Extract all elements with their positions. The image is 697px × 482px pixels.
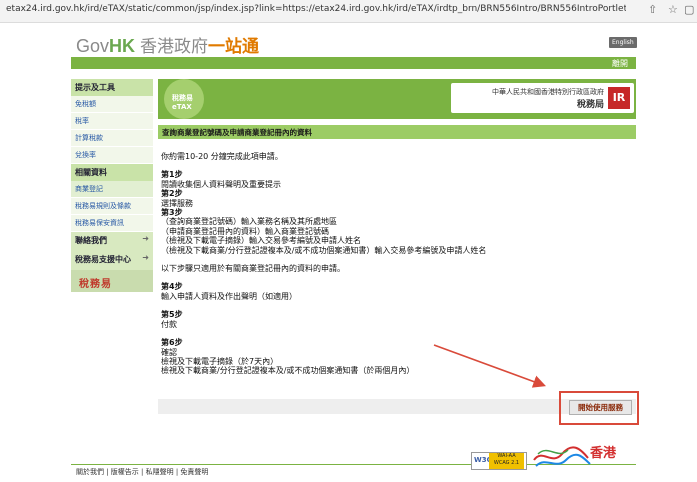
sidebar-item-tax-calculator[interactable]: 計算稅款: [71, 130, 153, 147]
etax-sidebar-logo[interactable]: 稅務易: [71, 270, 153, 292]
sidebar: 提示及工具 免稅額 稅率 計算稅款 兌換率 相關資料 商業登記 稅務易規則及條款…: [71, 79, 153, 292]
department-name: 稅務局: [576, 100, 604, 110]
english-button[interactable]: English: [609, 37, 637, 48]
logo-cn-text: 香港政府: [140, 37, 209, 56]
step3-line: （查詢商業登記號碼）輸入業務名稱及其所處地區: [161, 217, 337, 227]
etax-logo-icon: 稅務易 eTAX: [164, 79, 204, 119]
brand-dragon-icon: [533, 446, 591, 467]
support-label: 稅務易支援中心: [75, 255, 131, 264]
exit-link[interactable]: 離開: [612, 58, 628, 69]
contact-label: 聯絡我們: [75, 236, 107, 245]
sidebar-item-etax-terms[interactable]: 稅務易規則及條款: [71, 198, 153, 215]
extension-icon[interactable]: ▢: [684, 3, 694, 16]
instructions: 你約需10-20 分鐘完成此項申請。 第1步 閱讀收集個人資料聲明及重要提示 第…: [161, 152, 631, 376]
step4-text: 輸入申請人資料及作出聲明（如適用）: [161, 291, 297, 301]
sidebar-item-tax-rates[interactable]: 稅率: [71, 113, 153, 130]
government-name: 中華人民共和國香港特別行政區政府: [492, 88, 604, 96]
logo-gov-text: Gov: [76, 36, 110, 56]
wcag-badge[interactable]: W3C WAI-AA WCAG 2.1: [471, 452, 527, 470]
arrow-right-icon: ➜: [142, 234, 149, 243]
bookmark-star-icon[interactable]: ☆: [668, 3, 678, 16]
step6-line: 確認: [161, 347, 177, 357]
page-title: 查詢商業登記號碼及申請商業登記冊內的資料: [162, 128, 312, 137]
step2-title: 第2步: [161, 189, 183, 199]
step5-title: 第5步: [161, 310, 183, 320]
sidebar-support-centre[interactable]: 稅務易支援中心 ➜: [71, 251, 153, 270]
step3-line: （檢視及下載電子摘錄）輸入交易參考編號及申請人姓名: [161, 236, 361, 246]
step3-line: （申請商業登記冊內的資料）輸入商業登記號碼: [161, 226, 329, 236]
step1-title: 第1步: [161, 170, 183, 180]
step1-text: 閱讀收集個人資料聲明及重要提示: [161, 179, 281, 189]
step2-text: 選擇服務: [161, 198, 193, 208]
etax-logo-label: 稅務易 eTAX: [172, 94, 193, 111]
step3-line: （檢視及下載商業/分行登記證複本及/或不成功個案通知書）輸入交易參考編號及申請人…: [161, 245, 487, 255]
sidebar-contact-us[interactable]: 聯絡我們 ➜: [71, 232, 153, 251]
share-icon[interactable]: ⇧: [648, 3, 657, 16]
step5-text: 付款: [161, 319, 177, 329]
arrow-right-icon: ➜: [142, 253, 149, 262]
brand-hong-kong-logo: 香港: [532, 440, 632, 470]
sidebar-item-allowances[interactable]: 免稅額: [71, 96, 153, 113]
url-text[interactable]: etax24.ird.gov.hk/ird/eTAX/static/common…: [6, 4, 626, 14]
wcag-label: WAI-AA WCAG 2.1: [489, 453, 524, 469]
govhk-logo[interactable]: GovHK 香港政府一站通: [76, 32, 259, 57]
sidebar-item-business-registration[interactable]: 商業登記: [71, 181, 153, 198]
sidebar-heading-tools: 提示及工具: [71, 79, 153, 96]
ird-logo: 中華人民共和國香港特別行政區政府 稅務局 IR: [451, 83, 634, 113]
note-text: 以下步驟只適用於有關商業登記冊內的資料的申請。: [161, 264, 345, 274]
intro-text: 你約需10-20 分鐘完成此項申請。: [161, 152, 283, 161]
ird-mark-icon: IR: [608, 87, 630, 109]
sidebar-item-exchange-rates[interactable]: 兌換率: [71, 147, 153, 164]
top-nav-bar: 離開: [71, 57, 636, 69]
sidebar-heading-related: 相關資料: [71, 164, 153, 181]
sidebar-item-etax-security[interactable]: 稅務易保安資訊: [71, 215, 153, 232]
step4-title: 第4步: [161, 282, 183, 292]
step6-line: 檢視及下載電子摘錄（於7天內）: [161, 356, 279, 366]
step6-title: 第6步: [161, 338, 183, 348]
brand-hk-text: 香港: [590, 446, 617, 461]
footer-links[interactable]: 關於我們 | 版權告示 | 私隱聲明 | 免責聲明: [76, 467, 208, 477]
etax-logo-text: 稅務易: [79, 279, 112, 290]
logo-hk-text: HK: [109, 36, 136, 56]
browser-url-bar[interactable]: etax24.ird.gov.hk/ird/eTAX/static/common…: [0, 0, 697, 23]
page-title-bar: 查詢商業登記號碼及申請商業登記冊內的資料: [158, 125, 636, 139]
step6-line: 檢視及下載商業/分行登記證複本及/或不成功個案通知書（於兩個月內）: [161, 366, 415, 376]
highlight-box: [559, 391, 639, 425]
logo-onestop-text: 一站通: [208, 37, 260, 56]
